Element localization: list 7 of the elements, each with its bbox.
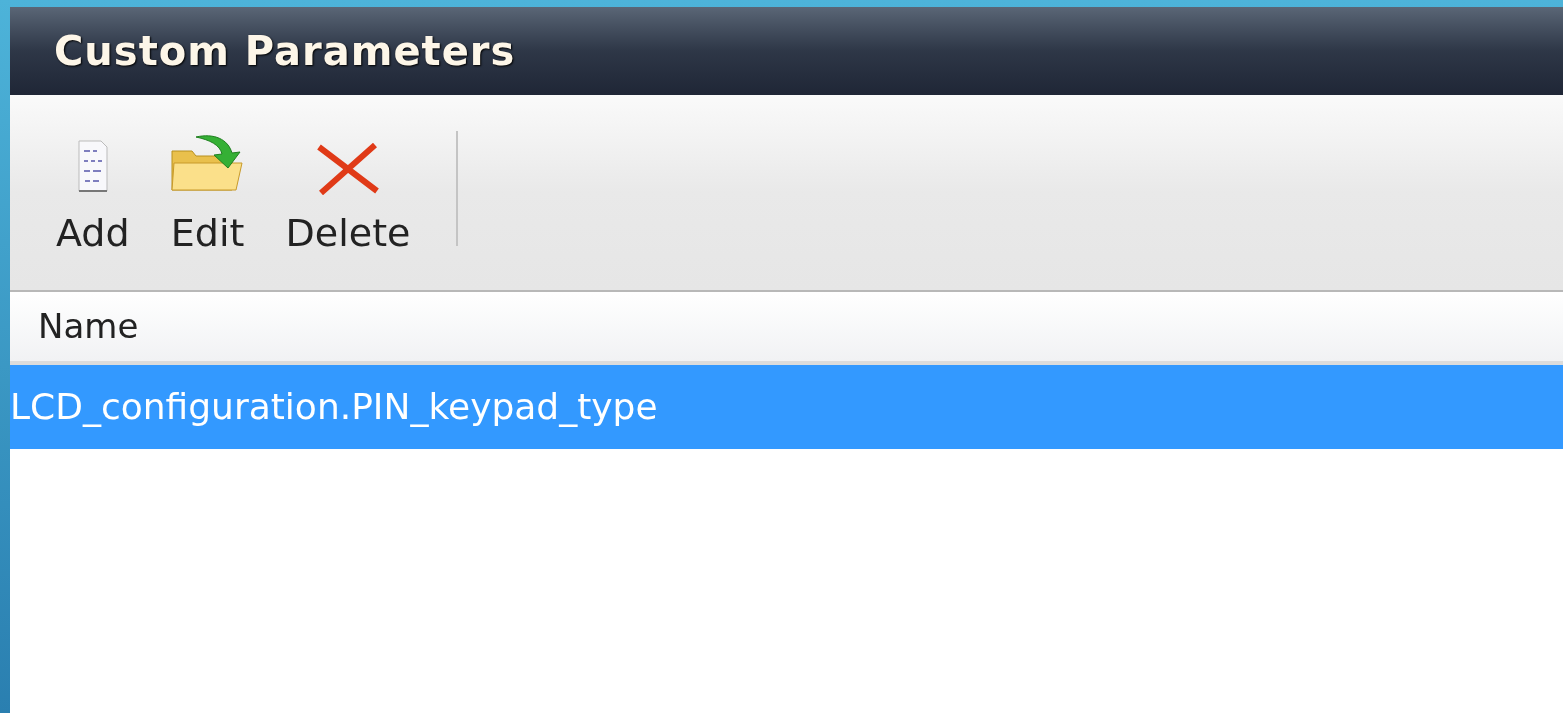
delete-button[interactable]: Delete (279, 131, 417, 262)
document-icon (75, 137, 110, 195)
edit-button[interactable]: Edit (163, 131, 252, 262)
window-title: Custom Parameters (54, 27, 516, 76)
add-button[interactable]: Add (50, 131, 136, 262)
delete-icon[interactable] (315, 143, 381, 195)
column-header[interactable]: Name (38, 301, 139, 352)
